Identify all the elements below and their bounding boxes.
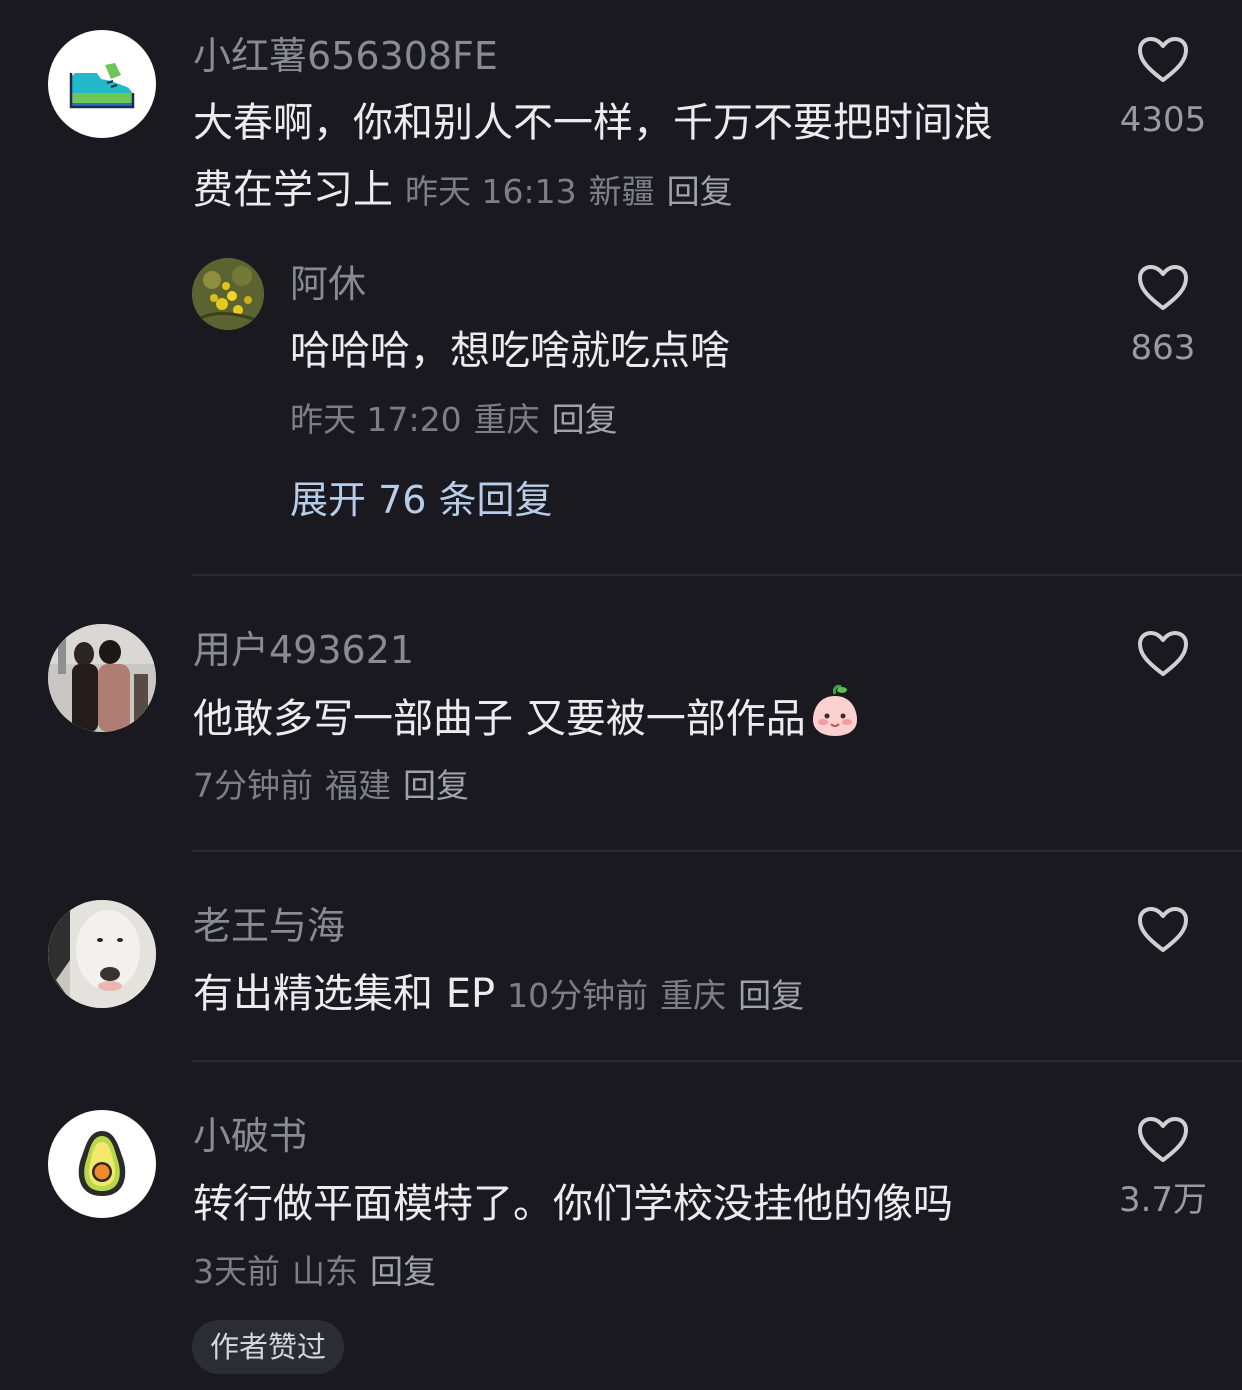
like-button[interactable]: 3.7万 [1108,1116,1218,1222]
comment-text-row: 他敢多写一部曲子 又要被一部作品 [193,684,860,758]
reply-text: 哈哈哈，想吃啥就吃点啥 [290,328,730,374]
avatar[interactable] [48,30,156,138]
reply-username[interactable]: 阿休 [290,260,366,308]
comment-time: 7分钟前 [193,766,313,805]
like-button[interactable]: 4305 [1108,36,1218,142]
like-button[interactable]: 863 [1108,264,1218,370]
comment-time: 昨天 16:13 [405,172,577,211]
divider [192,1060,1242,1062]
comment-meta: 7分钟前 福建 回复 [193,762,481,810]
divider [192,850,1242,852]
expand-replies-link[interactable]: 展开 76 条回复 [290,476,553,524]
heart-icon [1108,264,1218,312]
comment-meta: 3天前 山东 回复 [193,1248,448,1296]
avocado-icon [72,1128,132,1200]
comment-text: 转行做平面模特了。你们学校没挂他的像吗 [193,1181,953,1227]
comment-text: 大春啊，你和别人不一样，千万不要把时间浪 [193,100,993,146]
reply-button[interactable]: 回复 [738,976,804,1015]
reply-button[interactable]: 回复 [552,400,618,439]
like-count: 4305 [1119,100,1207,140]
avatar[interactable] [48,624,156,732]
comment-time: 3天前 [193,1252,280,1291]
reply-meta: 昨天 17:20 重庆 回复 [290,396,630,444]
sneaker-icon [67,57,137,111]
comment-text-line2: 费在学习上 [193,167,393,213]
heart-icon [1108,630,1218,678]
peach-face-emoji [810,684,860,758]
like-button[interactable] [1108,630,1218,692]
reply-button[interactable]: 回复 [403,766,469,805]
comment-username[interactable]: 小破书 [193,1112,307,1160]
comment-time: 10分钟前 [507,976,649,1015]
avatar[interactable] [48,1110,156,1218]
street-people-photo [48,624,156,732]
heart-icon [1108,906,1218,954]
author-liked-badge: 作者赞过 [192,1320,345,1374]
avatar[interactable] [48,900,156,1008]
comment-text-continued: 费在学习上 昨天 16:13 新疆 回复 [193,157,745,225]
reply-time: 昨天 17:20 [290,400,462,439]
bull-terrier-photo [48,900,156,1008]
comment-location: 山东 [292,1252,358,1291]
like-button[interactable] [1108,906,1218,968]
like-count: 3.7万 [1118,1180,1208,1220]
heart-icon [1108,36,1218,84]
reply-avatar[interactable] [192,258,264,330]
comment-username[interactable]: 老王与海 [193,902,345,950]
comment-location: 福建 [325,766,391,805]
like-count: 863 [1130,328,1196,368]
comment-text-row: 有出精选集和 EP 10分钟前 重庆 回复 [193,961,816,1029]
comment-text: 他敢多写一部曲子 又要被一部作品 [193,696,806,742]
comment-username[interactable]: 小红薯656308FE [193,32,498,80]
reply-button[interactable]: 回复 [370,1252,436,1291]
heart-icon [1108,1116,1218,1164]
comment-location: 重庆 [660,976,727,1015]
divider [192,574,1242,576]
yellow-flowers-photo [192,258,264,330]
comment-username[interactable]: 用户493621 [193,626,414,674]
reply-location: 重庆 [473,400,540,439]
reply-button[interactable]: 回复 [667,172,733,211]
comment-text: 有出精选集和 EP [193,971,496,1017]
comment-location: 新疆 [588,172,655,211]
